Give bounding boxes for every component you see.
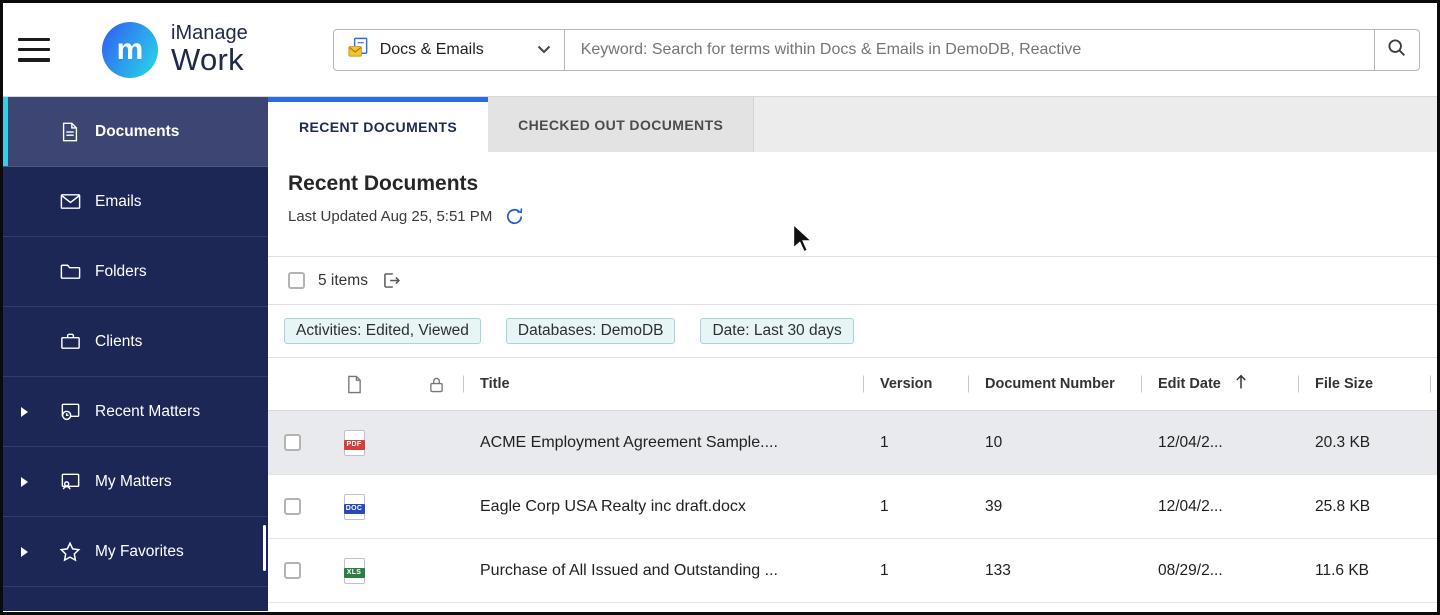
table-row[interactable]: PDF ACME Employment Agreement Sample....…: [268, 411, 1437, 475]
tab-recent-documents[interactable]: RECENT DOCUMENTS: [268, 97, 488, 152]
export-icon[interactable]: [381, 270, 402, 291]
header-title[interactable]: Title: [480, 376, 880, 392]
row-checkbox[interactable]: [284, 434, 301, 451]
document-file-size: 20.3 KB: [1315, 434, 1437, 452]
document-version: 1: [880, 498, 985, 516]
document-title[interactable]: ACME Employment Agreement Sample....: [480, 434, 880, 452]
expand-caret-icon[interactable]: [21, 407, 35, 417]
list-toolbar: 5 items: [268, 256, 1437, 304]
recent-matters-icon: [58, 400, 82, 423]
tab-checked-out-documents[interactable]: CHECKED OUT DOCUMENTS: [488, 97, 754, 152]
folders-icon: [58, 260, 82, 283]
table-row[interactable]: XLS Purchase of All Issued and Outstandi…: [268, 539, 1437, 603]
search-input[interactable]: [565, 29, 1374, 71]
favorites-star-icon: [58, 540, 82, 564]
page-header: Recent Documents Last Updated Aug 25, 5:…: [268, 152, 1437, 256]
top-bar: m iManage Work Docs & Emails: [3, 3, 1437, 97]
row-checkbox[interactable]: [284, 498, 301, 515]
filter-chip-date[interactable]: Date: Last 30 days: [700, 318, 853, 344]
header-document-number[interactable]: Document Number: [985, 376, 1158, 392]
xls-file-icon: XLS: [344, 558, 365, 584]
main-content: RECENT DOCUMENTS CHECKED OUT DOCUMENTS R…: [268, 97, 1437, 611]
search-scope-dropdown[interactable]: Docs & Emails: [333, 29, 565, 71]
items-count: 5 items: [318, 272, 368, 290]
tab-bar: RECENT DOCUMENTS CHECKED OUT DOCUMENTS: [268, 97, 1437, 152]
sidebar-item-label: My Favorites: [95, 543, 184, 561]
table-row[interactable]: DOC Eagle Corp USA Realty inc draft.docx…: [268, 475, 1437, 539]
document-version: 1: [880, 434, 985, 452]
document-file-size: 11.6 KB: [1315, 562, 1437, 580]
refresh-icon[interactable]: [505, 207, 524, 226]
search-icon: [1386, 37, 1408, 62]
table-header: Title Version Document Number Edit Date …: [268, 358, 1437, 411]
sidebar-item-label: Folders: [95, 263, 147, 281]
my-matters-icon: [58, 470, 82, 493]
filter-chip-activities[interactable]: Activities: Edited, Viewed: [284, 318, 481, 344]
doc-file-icon: DOC: [344, 494, 365, 520]
pdf-file-icon: PDF: [344, 430, 365, 456]
document-edit-date: 12/04/2...: [1158, 498, 1315, 516]
expand-caret-icon[interactable]: [21, 477, 35, 487]
sort-ascending-icon: [1235, 374, 1247, 394]
document-number: 133: [985, 562, 1158, 580]
filter-chip-databases[interactable]: Databases: DemoDB: [506, 318, 676, 344]
sidebar-item-label: Recent Matters: [95, 403, 200, 421]
document-file-size: 25.8 KB: [1315, 498, 1437, 516]
sidebar-item-emails[interactable]: Emails: [3, 167, 268, 237]
document-title[interactable]: Eagle Corp USA Realty inc draft.docx: [480, 498, 880, 516]
search-bar: Docs & Emails: [333, 29, 1420, 71]
brand-name: iManage: [171, 23, 248, 44]
row-checkbox[interactable]: [284, 562, 301, 579]
select-all-checkbox[interactable]: [288, 272, 305, 289]
header-file-size[interactable]: File Size: [1315, 376, 1437, 392]
filter-chips-row: Activities: Edited, Viewed Databases: De…: [268, 304, 1437, 358]
hamburger-menu-icon[interactable]: [18, 38, 50, 62]
page-title: Recent Documents: [288, 172, 1437, 196]
sidebar-item-documents[interactable]: Documents: [3, 97, 268, 167]
document-number: 39: [985, 498, 1158, 516]
sidebar-item-my-matters[interactable]: My Matters: [3, 447, 268, 517]
tab-bar-filler: [754, 97, 1437, 152]
sidebar-item-label: Emails: [95, 193, 142, 211]
sidebar-item-clients[interactable]: Clients: [3, 307, 268, 377]
sidebar: Documents Emails Folders: [3, 97, 268, 611]
document-number: 10: [985, 434, 1158, 452]
file-type-column-icon: [316, 375, 392, 394]
sidebar-item-my-favorites[interactable]: My Favorites: [3, 517, 268, 587]
sidebar-scrollbar-thumb[interactable]: [263, 525, 266, 571]
imanage-logo[interactable]: m: [102, 22, 158, 78]
docs-emails-icon: [347, 36, 370, 64]
search-button[interactable]: [1374, 29, 1420, 71]
document-title[interactable]: Purchase of All Issued and Outstanding .…: [480, 562, 880, 580]
sidebar-item-label: Documents: [95, 123, 179, 141]
chevron-down-icon: [537, 45, 551, 54]
header-edit-date[interactable]: Edit Date: [1158, 374, 1315, 394]
app-window: m iManage Work Docs & Emails: [0, 0, 1440, 615]
document-edit-date: 12/04/2...: [1158, 434, 1315, 452]
search-scope-label: Docs & Emails: [380, 41, 484, 59]
sidebar-item-recent-matters[interactable]: Recent Matters: [3, 377, 268, 447]
documents-icon: [58, 121, 82, 143]
sidebar-item-folders[interactable]: Folders: [3, 237, 268, 307]
document-version: 1: [880, 562, 985, 580]
header-version[interactable]: Version: [880, 376, 985, 392]
last-updated-text: Last Updated Aug 25, 5:51 PM: [288, 208, 492, 225]
clients-icon: [58, 330, 82, 353]
expand-caret-icon[interactable]: [21, 547, 35, 557]
sidebar-item-label: Clients: [95, 333, 142, 351]
brand-product: Work: [171, 44, 248, 77]
emails-icon: [58, 190, 82, 213]
lock-column-icon: [392, 376, 480, 393]
brand-text: iManage Work: [171, 23, 248, 77]
brand[interactable]: m iManage Work: [102, 22, 248, 78]
document-edit-date: 08/29/2...: [1158, 562, 1315, 580]
sidebar-item-label: My Matters: [95, 473, 172, 491]
